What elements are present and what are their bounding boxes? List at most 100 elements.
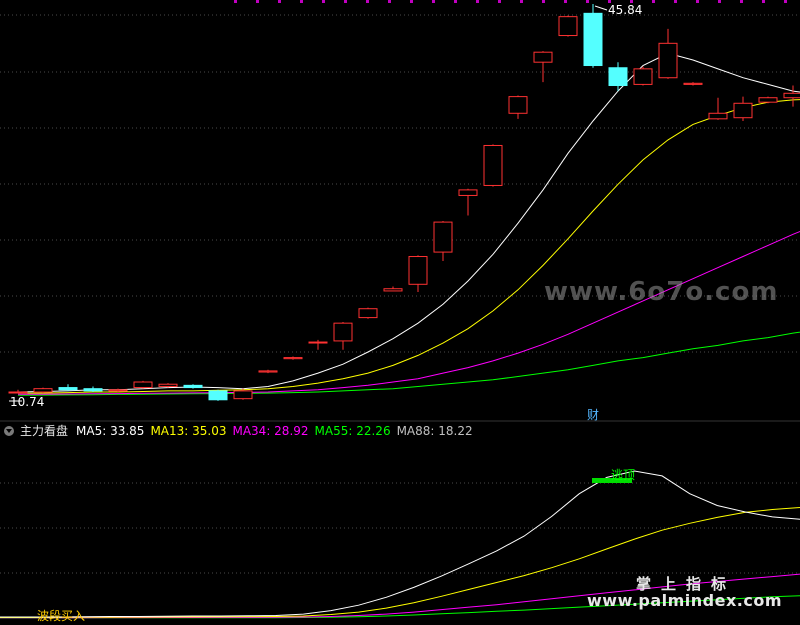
candle-body [358, 308, 378, 319]
candle [583, 4, 603, 68]
price-low-label: 10.74 [10, 395, 44, 409]
top-dot [784, 0, 787, 3]
top-dot [366, 0, 369, 3]
candle [333, 322, 353, 350]
candle-body [33, 388, 53, 393]
top-dot [520, 0, 523, 3]
candle-body [58, 387, 78, 391]
candle [783, 85, 800, 107]
candle [408, 255, 428, 293]
candle [608, 62, 628, 92]
watermark-site1: www.6o7o.com [544, 277, 779, 307]
candle [433, 220, 453, 261]
candle [283, 356, 303, 360]
candle-body [708, 112, 728, 120]
top-dot [344, 0, 347, 3]
candle [708, 97, 728, 120]
legend-ma55: MA55: 22.26 [314, 424, 391, 438]
watermark-site2: www.palmindex.com [587, 591, 783, 610]
candle-body [758, 97, 778, 103]
price-high-label: 45.84 [608, 3, 642, 17]
moving-average-lines [17, 52, 800, 396]
ma34-line [18, 230, 800, 395]
top-dot [762, 0, 765, 3]
candle-body [658, 42, 678, 79]
top-dot [388, 0, 391, 3]
candle-body [83, 388, 103, 392]
band-buy-label: 波段买入 [37, 608, 85, 623]
top-dot [718, 0, 721, 3]
top-dot [278, 0, 281, 3]
candle-body [458, 189, 478, 196]
candle-body [408, 256, 428, 285]
legend-ma5: MA5: 33.85 [76, 424, 145, 438]
candle [358, 307, 378, 319]
candlestick-chart[interactable]: 45.84 10.74 财 逃顶 波段买入 [0, 0, 800, 625]
legend-ma13: MA13: 35.03 [150, 424, 227, 438]
candle [458, 188, 478, 216]
candle-body [633, 68, 653, 85]
candle-body [783, 92, 800, 99]
indicator-name[interactable]: 主力看盘 [20, 424, 68, 438]
candle-body [283, 357, 303, 360]
candle [508, 95, 528, 119]
candle [683, 82, 703, 86]
candle [208, 389, 228, 401]
candle-body [258, 370, 278, 373]
candle [183, 384, 203, 389]
top-dot [564, 0, 567, 3]
candles [8, 4, 800, 401]
candle [33, 387, 53, 394]
candle-body [333, 322, 353, 342]
candle [258, 369, 278, 374]
price-labels: 45.84 10.74 财 [9, 3, 642, 422]
top-dot [300, 0, 303, 3]
legend-ma88: MA88: 18.22 [396, 424, 473, 438]
candle-body [583, 12, 603, 67]
candle-body [683, 82, 703, 85]
top-dot [322, 0, 325, 3]
indicator-legend-bar: 主力看盘 MA5: 33.85 MA13: 35.03 MA34: 28.92 MA55… [0, 422, 800, 440]
candle-body [533, 51, 553, 63]
top-dot [410, 0, 413, 3]
candle-body [733, 102, 753, 119]
high-pointer [594, 5, 608, 11]
event-marker-label: 财 [587, 408, 599, 422]
candle-body [208, 390, 228, 401]
top-dot [234, 0, 237, 3]
top-dot [454, 0, 457, 3]
candle-body [108, 389, 128, 392]
candle [533, 51, 553, 83]
candle-body [608, 67, 628, 87]
escape-top-label: 逃顶 [611, 468, 635, 482]
top-border-dots [234, 0, 787, 3]
candle [733, 96, 753, 122]
top-dot [498, 0, 501, 3]
candle [133, 380, 153, 389]
top-dot [542, 0, 545, 3]
candle-body [383, 288, 403, 292]
top-dot [476, 0, 479, 3]
candle [58, 384, 78, 391]
ma5-line [17, 52, 800, 393]
top-dot [432, 0, 435, 3]
legend-ma34: MA34: 28.92 [232, 424, 309, 438]
candle-body [133, 381, 153, 389]
candle-body [508, 96, 528, 114]
top-dot [586, 0, 589, 3]
candle-body [183, 384, 203, 389]
candle [483, 144, 503, 187]
top-dot [696, 0, 699, 3]
candle [158, 383, 178, 388]
candle [308, 339, 328, 350]
candle-body [308, 341, 328, 344]
candle-body [483, 144, 503, 186]
top-dot [256, 0, 259, 3]
candle [83, 386, 103, 393]
candle [383, 286, 403, 292]
candle-body [433, 221, 453, 253]
top-dot [652, 0, 655, 3]
collapse-toggle-icon[interactable] [4, 426, 14, 436]
top-dot [740, 0, 743, 3]
candle-body [158, 383, 178, 387]
